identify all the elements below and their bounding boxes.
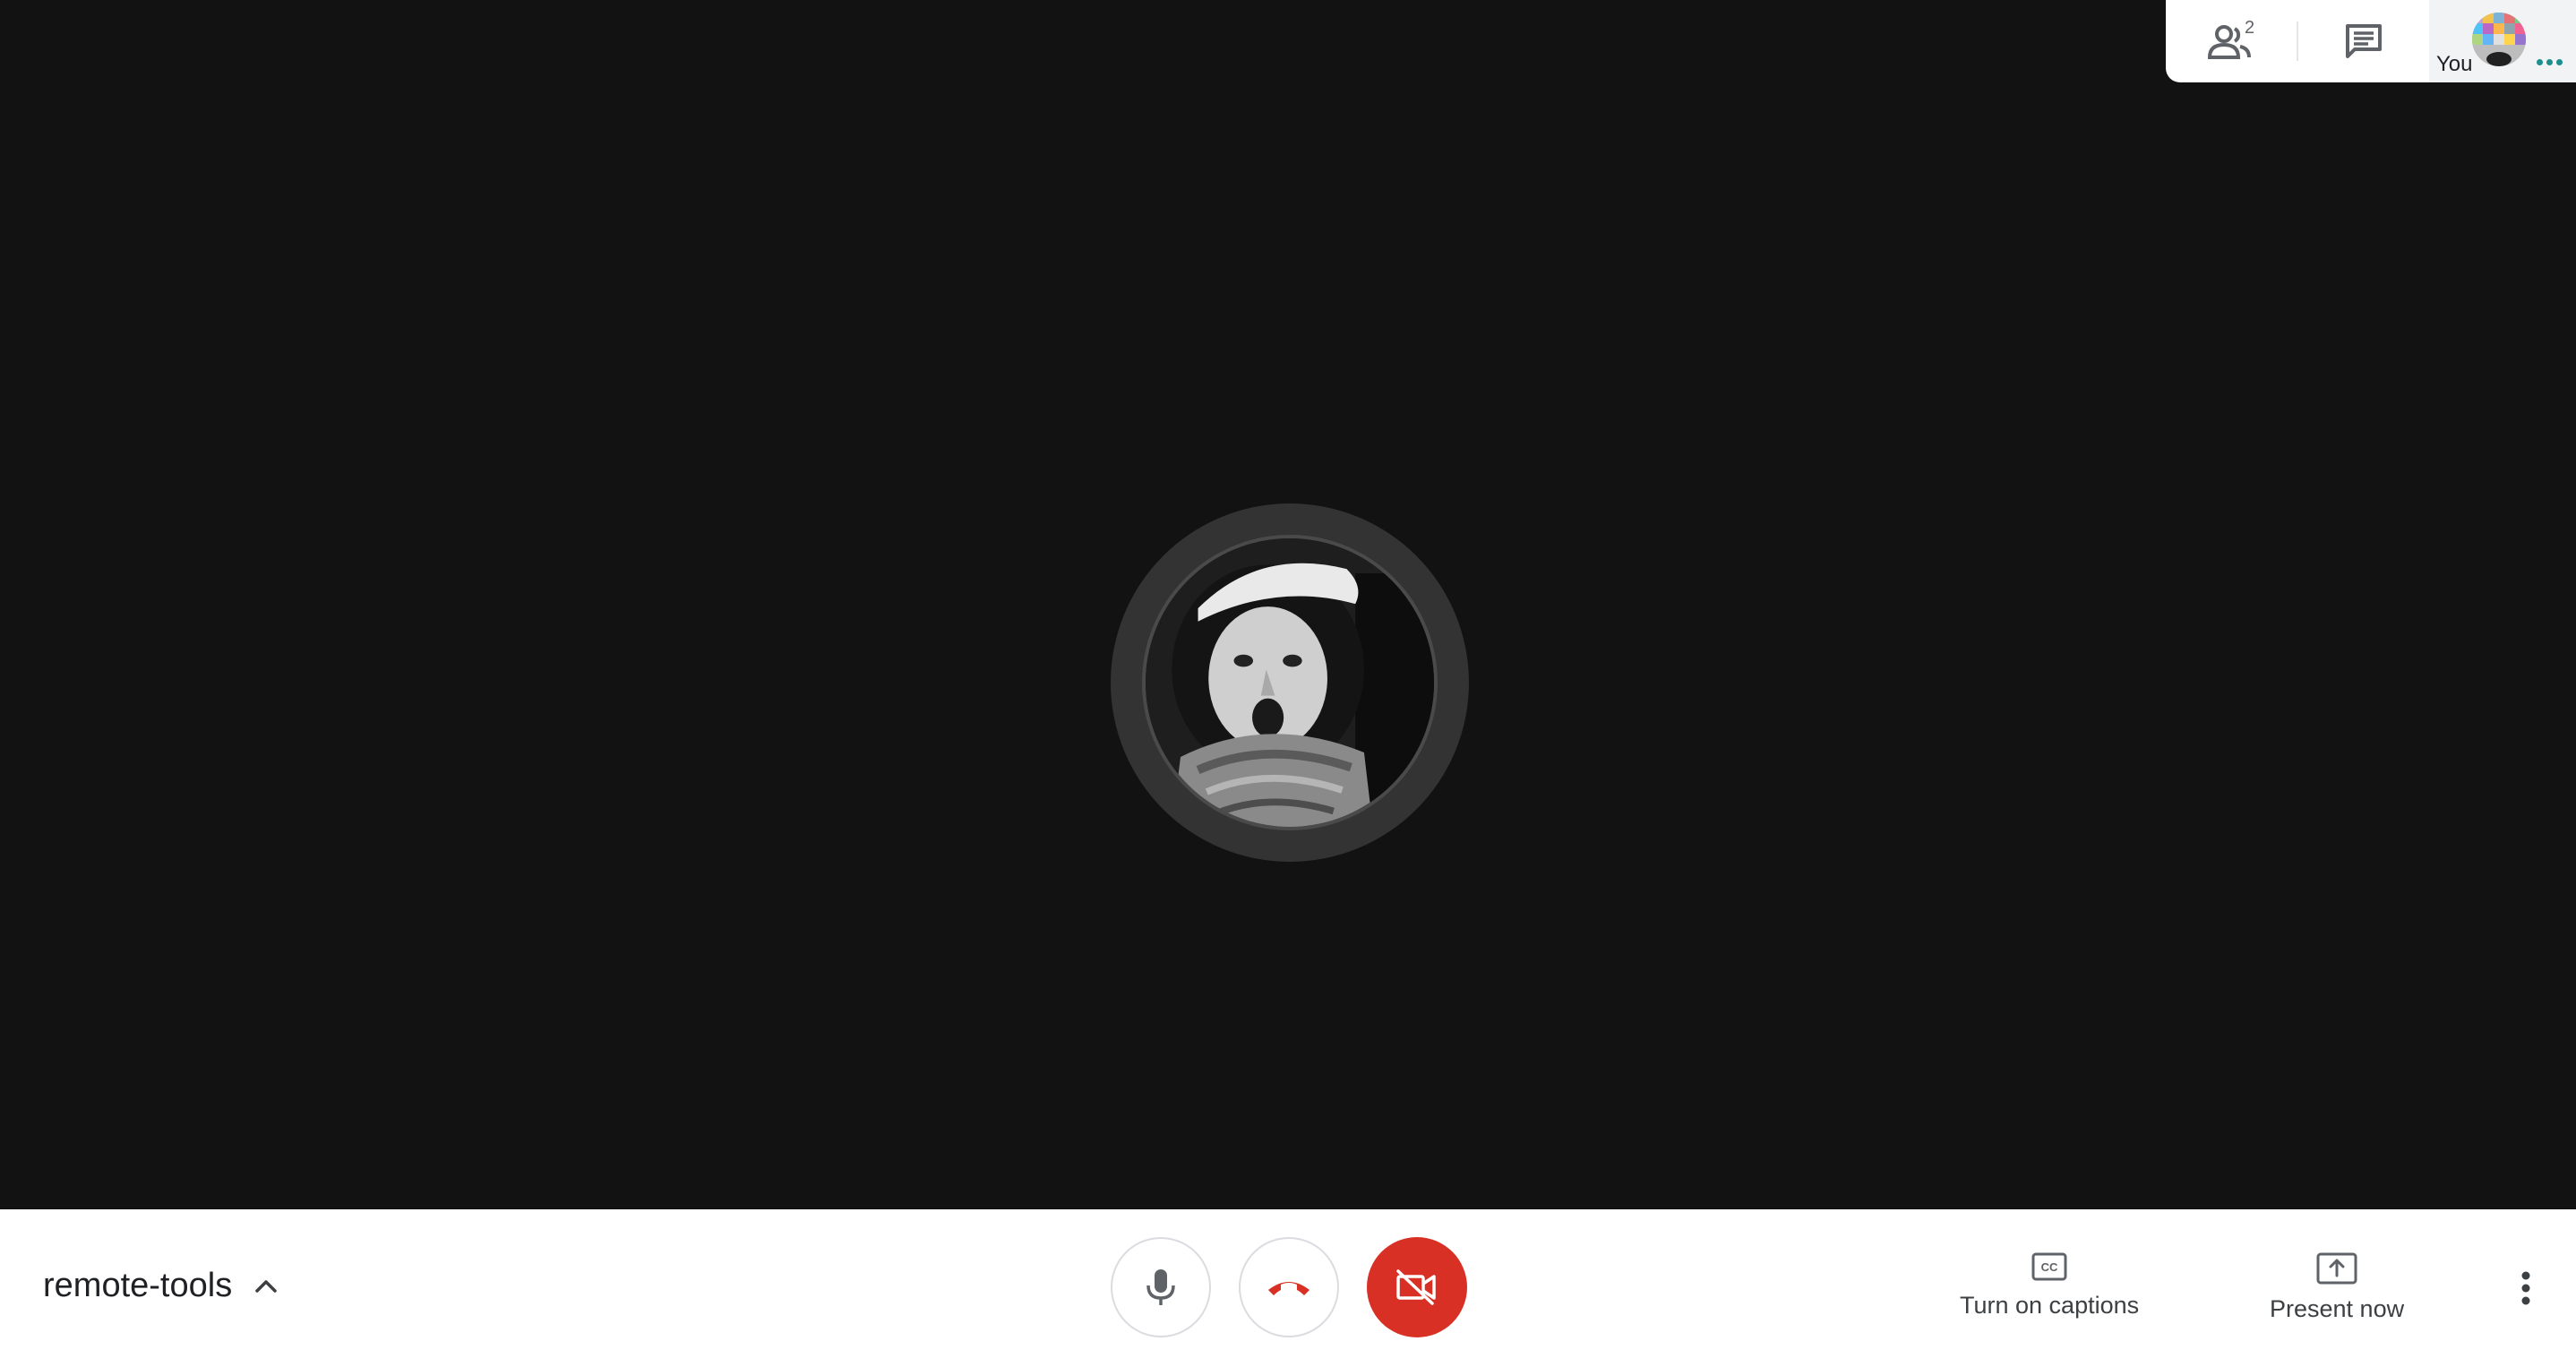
- svg-text:CC: CC: [2041, 1260, 2058, 1274]
- more-vert-icon: [2521, 1271, 2530, 1305]
- captions-label: Turn on captions: [1960, 1292, 2140, 1319]
- chat-button[interactable]: [2298, 0, 2429, 82]
- self-avatar-image: [2472, 13, 2526, 66]
- self-audio-indicator: [2537, 59, 2563, 65]
- leave-call-button[interactable]: [1239, 1237, 1339, 1337]
- speaker-avatar: [1142, 535, 1438, 830]
- microphone-icon: [1146, 1269, 1175, 1305]
- meeting-name: remote-tools: [43, 1267, 233, 1304]
- present-label: Present now: [2270, 1295, 2405, 1322]
- main-video-area: [0, 0, 2576, 1209]
- bottom-control-bar: remote-tools CC Turn on captions Present…: [0, 1209, 2576, 1367]
- speaker-avatar-ring: [1111, 503, 1469, 862]
- present-screen-icon: [2316, 1252, 2357, 1285]
- speaker-photo: [1146, 538, 1434, 827]
- camera-toggle-button[interactable]: [1367, 1237, 1467, 1337]
- closed-captions-icon: CC: [2031, 1252, 2067, 1281]
- present-now-button[interactable]: Present now: [2270, 1252, 2404, 1323]
- participants-button[interactable]: 2: [2166, 0, 2297, 82]
- self-avatar: [2472, 13, 2526, 66]
- phone-hangup-icon: [1268, 1282, 1309, 1295]
- captions-button[interactable]: CC Turn on captions: [1960, 1252, 2139, 1320]
- self-view-tile[interactable]: You: [2429, 0, 2576, 82]
- meet-call-window: 2 You remote-tools CC Turn on captions P…: [0, 0, 2576, 1367]
- chat-icon: [2346, 24, 2382, 58]
- participant-count: 2: [2245, 18, 2255, 38]
- self-label: You: [2436, 52, 2473, 76]
- more-options-button[interactable]: [2504, 1256, 2547, 1320]
- meeting-details-toggle[interactable]: remote-tools: [43, 1267, 280, 1305]
- chevron-up-icon: [255, 1279, 277, 1293]
- microphone-toggle-button[interactable]: [1111, 1237, 1211, 1337]
- videocam-off-icon: [1396, 1269, 1436, 1305]
- top-right-panel: 2 You: [2166, 0, 2576, 82]
